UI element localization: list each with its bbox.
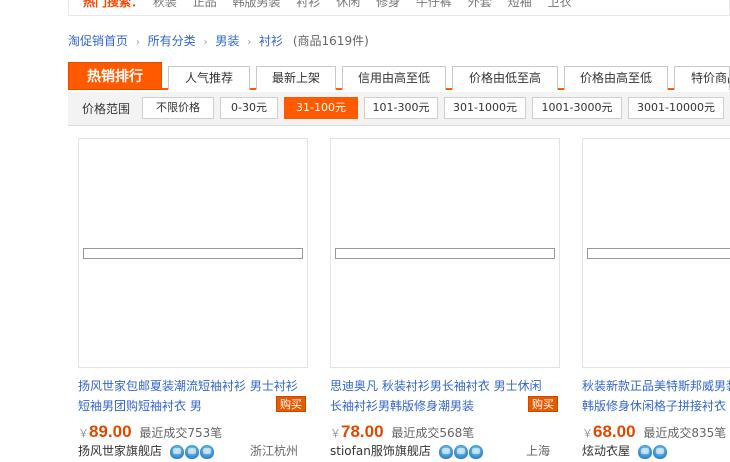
currency-symbol: ￥ xyxy=(78,427,89,440)
crown-icon xyxy=(468,445,483,459)
recent-sales: 最近成交753笔 xyxy=(139,426,223,440)
price-filter: 价格范围 不限价格 0-30元 31-100元 101-300元 301-100… xyxy=(68,92,730,126)
breadcrumb-home[interactable]: 淘促销首页 xyxy=(68,34,128,48)
price-option-3001-10000[interactable]: 3001-10000元 xyxy=(628,97,724,119)
hot-search-term[interactable]: 短袖 xyxy=(508,0,532,9)
shop-name[interactable]: 扬风世家旗舰店 xyxy=(78,444,162,458)
sort-tabs: 热销排行 人气推荐 最新上架 信用由高至低 价格由低至高 价格由高至低 特价商品 xyxy=(68,62,730,90)
shop-line: stiofan服饰旗舰店 上海 xyxy=(330,442,552,460)
product-price: 78.00 xyxy=(341,422,384,441)
breadcrumb-separator-icon: › xyxy=(203,37,208,48)
seller-rating xyxy=(438,443,484,461)
crown-icon xyxy=(169,445,184,459)
price-option-101-300[interactable]: 101-300元 xyxy=(364,97,438,119)
price-line: ￥89.00 最近成交753笔 xyxy=(78,422,304,442)
buy-button[interactable]: 购买 xyxy=(528,396,558,412)
breadcrumb-all-categories[interactable]: 所有分类 xyxy=(148,34,196,48)
recent-sales: 最近成交568笔 xyxy=(391,426,475,440)
seller-rating xyxy=(637,443,668,461)
crown-icon xyxy=(453,445,468,459)
crown-icon xyxy=(637,445,652,459)
shop-line: 扬风世家旗舰店 浙江杭州 xyxy=(78,442,300,460)
product-image[interactable] xyxy=(582,138,730,368)
hot-search-term[interactable]: 修身 xyxy=(376,0,400,9)
hot-search-term[interactable]: 正品 xyxy=(193,0,217,9)
image-loading-bar xyxy=(587,248,730,259)
recent-sales: 最近成交835笔 xyxy=(643,426,727,440)
price-line: ￥68.00 最近成交835笔 xyxy=(582,422,730,442)
seller-rating xyxy=(169,443,215,461)
product-card: 扬风世家包邮夏装潮流短袖衬衫 男士衬衫 短袖男团购短袖衬衣 男 购买 ￥89.0… xyxy=(68,138,308,462)
image-loading-bar xyxy=(335,248,555,259)
image-loading-bar xyxy=(83,248,303,259)
tab-popular[interactable]: 人气推荐 xyxy=(168,66,250,90)
tab-credit-desc[interactable]: 信用由高至低 xyxy=(342,66,446,90)
buy-button[interactable]: 购买 xyxy=(276,396,306,412)
product-price: 68.00 xyxy=(593,422,636,441)
hot-search-bar: 热门搜索： 秋装 正品 韩版男装 衬衫 休闲 修身 牛仔裤 外套 短袖 卫衣 xyxy=(0,0,730,18)
hot-search-label: 热门搜索： xyxy=(83,0,144,9)
tab-newest[interactable]: 最新上架 xyxy=(256,66,336,90)
product-image[interactable] xyxy=(330,138,560,368)
breadcrumb-separator-icon: › xyxy=(135,37,140,48)
shop-location: 上海 xyxy=(525,444,550,458)
breadcrumb-separator-icon: › xyxy=(247,37,252,48)
currency-symbol: ￥ xyxy=(330,427,341,440)
breadcrumb-menswear[interactable]: 男装 xyxy=(215,34,239,48)
price-filter-label: 价格范围 xyxy=(82,102,131,116)
product-image[interactable] xyxy=(78,138,308,368)
shop-name[interactable]: 炫动衣屋 xyxy=(582,444,630,458)
price-option-0-30[interactable]: 0-30元 xyxy=(220,97,278,119)
price-line: ￥78.00 最近成交568笔 xyxy=(330,422,556,442)
hot-search-term[interactable]: 衬衫 xyxy=(296,0,320,9)
hot-search-term[interactable]: 休闲 xyxy=(336,0,360,9)
crown-icon xyxy=(184,445,199,459)
crown-icon xyxy=(652,445,667,459)
price-option-301-1000[interactable]: 301-1000元 xyxy=(444,97,526,119)
hot-search-term[interactable]: 韩版男装 xyxy=(233,0,281,9)
hot-search-term[interactable]: 卫衣 xyxy=(547,0,571,9)
price-option-31-100[interactable]: 31-100元 xyxy=(284,97,358,119)
tab-hot-sales[interactable]: 热销排行 xyxy=(68,62,162,90)
breadcrumb-shirts[interactable]: 衬衫 xyxy=(259,34,283,48)
product-title[interactable]: 扬风世家包邮夏装潮流短袖衬衫 男士衬衫 短袖男团购短袖衬衣 男 xyxy=(78,376,304,416)
hot-search-term[interactable]: 牛仔裤 xyxy=(416,0,452,9)
price-option-1001-3000[interactable]: 1001-3000元 xyxy=(532,97,622,119)
crown-icon xyxy=(438,445,453,459)
shop-line: 炫动衣屋 xyxy=(582,442,730,460)
price-option-any[interactable]: 不限价格 xyxy=(142,97,214,119)
product-card: 思迪奥凡 秋装衬衫男长袖衬衣 男士休闲 长袖衬衫男韩版修身潮男装 购买 ￥78.… xyxy=(320,138,560,462)
product-price: 89.00 xyxy=(89,422,132,441)
tab-price-asc[interactable]: 价格由低至高 xyxy=(452,66,558,90)
hot-search-term[interactable]: 秋装 xyxy=(153,0,177,9)
tab-special-offers[interactable]: 特价商品 xyxy=(674,66,730,90)
tab-price-desc[interactable]: 价格由高至低 xyxy=(564,66,668,90)
shop-location: 浙江杭州 xyxy=(249,444,298,458)
shop-name[interactable]: stiofan服饰旗舰店 xyxy=(330,444,431,458)
breadcrumb: 淘促销首页 › 所有分类 › 男装 › 衬衫 (商品1619件) xyxy=(68,32,369,50)
hot-search-term[interactable]: 外套 xyxy=(468,0,492,9)
product-count: (商品1619件) xyxy=(292,34,369,48)
product-title[interactable]: 秋装新款正品美特斯邦威男装 韩版修身休闲格子拼接衬衣 xyxy=(582,376,730,416)
product-card: 秋装新款正品美特斯邦威男装 韩版修身休闲格子拼接衬衣 ￥68.00 最近成交83… xyxy=(572,138,730,462)
crown-icon xyxy=(199,445,214,459)
product-title[interactable]: 思迪奥凡 秋装衬衫男长袖衬衣 男士休闲 长袖衬衫男韩版修身潮男装 xyxy=(330,376,556,416)
currency-symbol: ￥ xyxy=(582,427,593,440)
